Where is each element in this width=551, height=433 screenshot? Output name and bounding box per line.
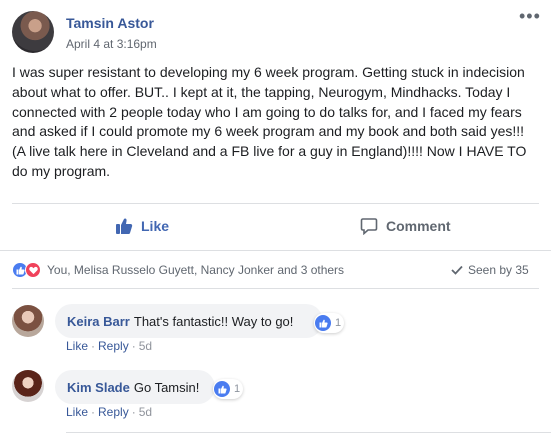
comment-like-link[interactable]: Like [66, 339, 88, 353]
comment-reaction-count[interactable]: 1 [314, 313, 345, 333]
author-name[interactable]: Tamsin Astor [66, 15, 154, 31]
commenter-avatar[interactable] [12, 370, 44, 402]
seen-by-count: Seen by 35 [468, 263, 529, 277]
comment-text: That's fantastic!! Way to go! [133, 313, 294, 329]
post-timestamp[interactable]: April 4 at 3:16pm [66, 37, 157, 51]
comment-button[interactable]: Comment [360, 213, 451, 239]
comment-reaction-count[interactable]: 1 [213, 379, 244, 399]
comment-text: Go Tamsin! [133, 379, 200, 395]
author-avatar[interactable] [12, 11, 54, 53]
comment-like-link[interactable]: Like [66, 405, 88, 419]
comment-reply-link[interactable]: Reply [98, 405, 129, 419]
commenter-name[interactable]: Kim Slade [67, 380, 130, 395]
divider [0, 250, 551, 251]
comment-bubble: Kim Slade Go Tamsin! [55, 370, 215, 404]
commenter-avatar[interactable] [12, 305, 44, 337]
comment-actions: Like · Reply · 5d [66, 405, 153, 419]
love-reaction-icon [25, 262, 41, 278]
comment-age[interactable]: 5d [139, 339, 152, 353]
reaction-count: 1 [234, 383, 241, 395]
divider [12, 203, 539, 204]
reactors-list[interactable]: You, Melisa Russelo Guyett, Nancy Jonker… [47, 263, 344, 277]
commenter-name[interactable]: Keira Barr [67, 314, 130, 329]
reactions-summary[interactable]: You, Melisa Russelo Guyett, Nancy Jonker… [12, 261, 344, 279]
comment-age[interactable]: 5d [139, 405, 152, 419]
comment-bubble-icon [360, 218, 378, 235]
facebook-post: Tamsin Astor April 4 at 3:16pm ••• I was… [0, 0, 551, 433]
like-reaction-icon [315, 315, 331, 331]
comment-reply-link[interactable]: Reply [98, 339, 129, 353]
thumbs-up-icon [116, 218, 133, 234]
comment-label: Comment [386, 218, 451, 234]
comment-actions: Like · Reply · 5d [66, 339, 153, 353]
post-text: I was super resistant to developing my 6… [12, 64, 527, 179]
comment-bubble: Keira Barr That's fantastic!! Way to go! [55, 304, 323, 338]
checkmark-icon [451, 265, 463, 275]
divider [12, 288, 539, 289]
reaction-count: 1 [335, 317, 342, 329]
like-reaction-icon [214, 381, 230, 397]
like-label: Like [141, 218, 170, 234]
seen-by[interactable]: Seen by 35 [451, 263, 529, 277]
like-button[interactable]: Like [115, 213, 169, 239]
more-options-icon[interactable]: ••• [519, 7, 541, 25]
